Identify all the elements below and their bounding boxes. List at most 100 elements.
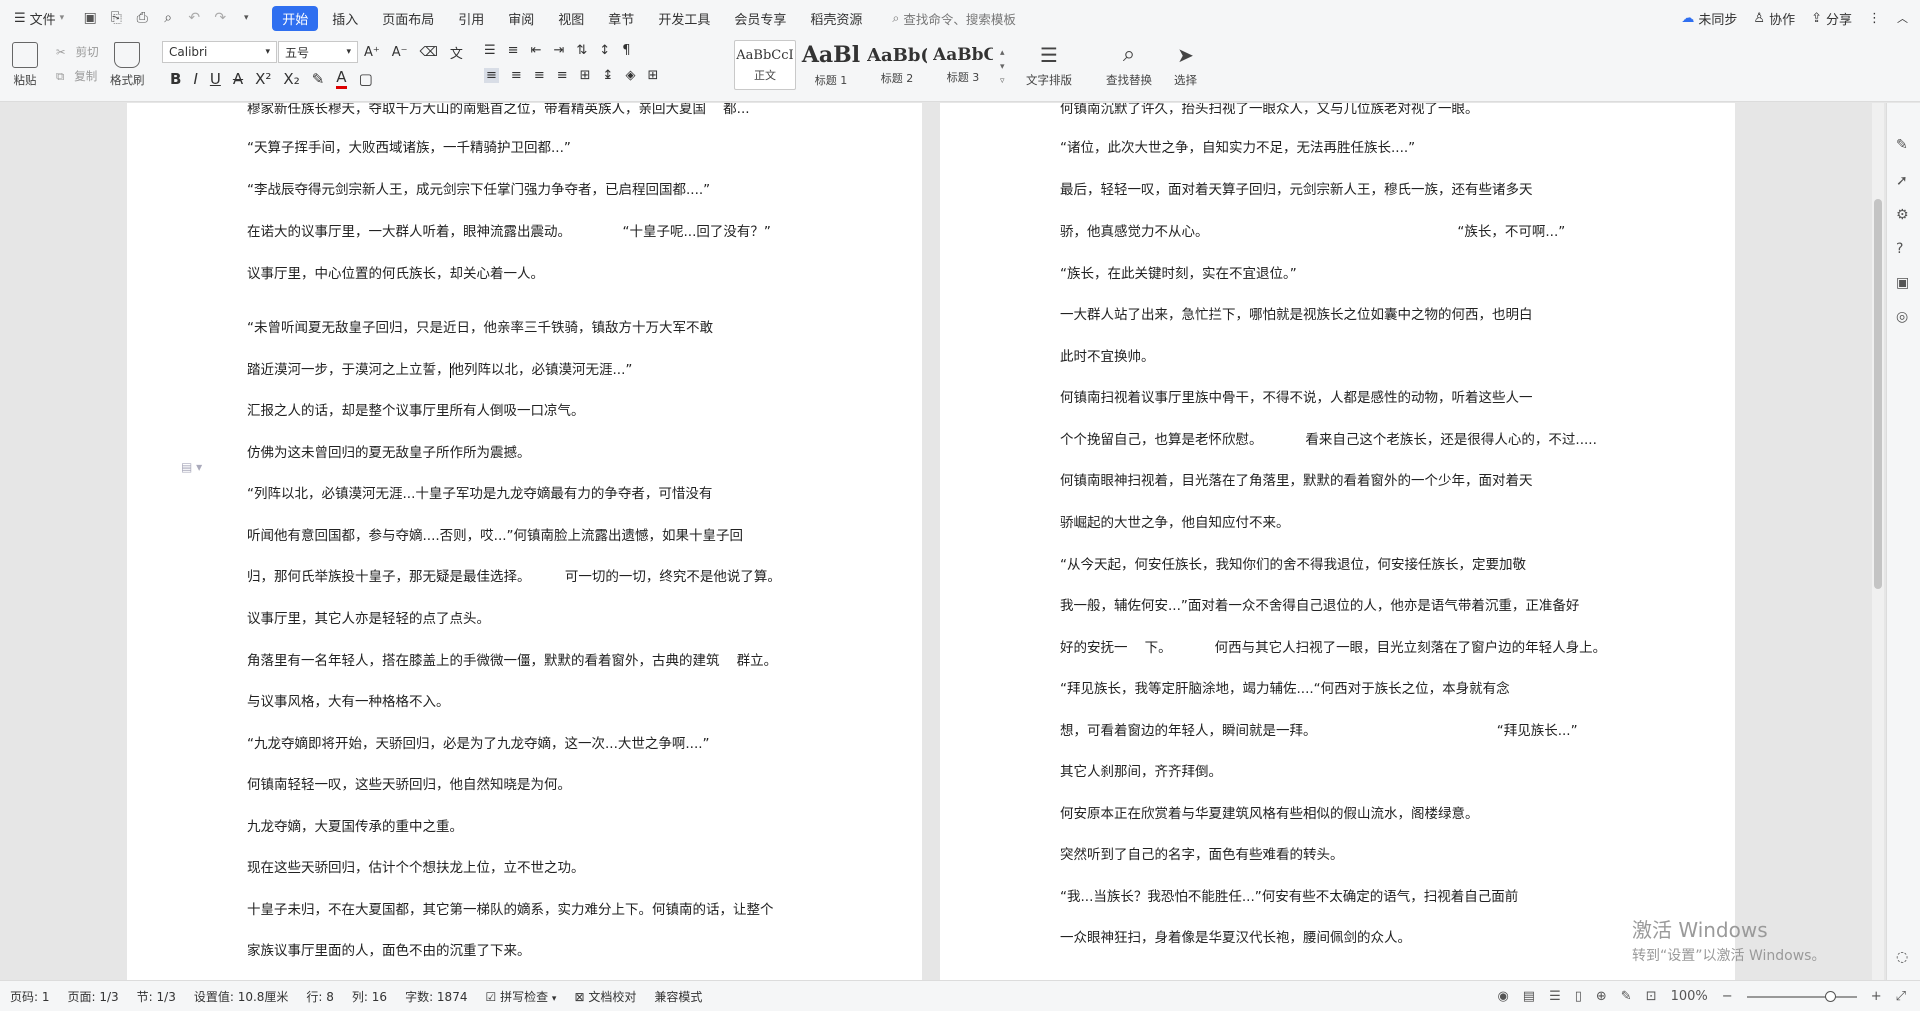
style-preview: AaBb( <box>867 44 927 66</box>
print-icon[interactable]: ⎙ <box>134 10 150 26</box>
eye-protection-icon[interactable]: ◉ <box>1497 989 1508 1004</box>
write-mode-icon[interactable]: ✎ <box>1621 989 1632 1004</box>
export-pdf-icon[interactable]: ⎘ <box>108 10 124 26</box>
style-normal[interactable]: AaBbCcI 正文 <box>734 40 796 90</box>
file-menu[interactable]: ☰ 文件 ▾ <box>14 9 64 28</box>
reading-view-icon[interactable]: ▯ <box>1575 989 1582 1004</box>
text-layout-button[interactable]: ☰ 文字排版 <box>1026 42 1072 88</box>
cut-button[interactable]: ✂ 剪切 <box>56 44 99 60</box>
shrink-font-icon[interactable]: A⁻ <box>392 45 408 60</box>
settings-sliders-icon[interactable]: ⚙ <box>1896 207 1909 223</box>
align-right-icon[interactable]: ≡ <box>534 68 545 83</box>
zoom-value[interactable]: 100% <box>1671 989 1708 1004</box>
help-icon[interactable]: ? <box>1896 241 1903 257</box>
document-page-1[interactable]: 穆家新任族长穆天，夺取千万大山的南魁首之位，带着精英族人，亲回大夏国 都... … <box>127 103 922 980</box>
justify-icon[interactable]: ≡ <box>557 68 568 83</box>
print-preview-icon[interactable]: ⌕ <box>160 10 176 26</box>
watermark-line2: 转到“设置”以激活 Windows。 <box>1632 948 1826 964</box>
doc-proof-button[interactable]: ⊠ 文档校对 <box>574 988 636 1005</box>
decrease-indent-icon[interactable]: ⇤ <box>531 43 542 58</box>
save-icon[interactable]: ▣ <box>82 10 98 26</box>
vertical-scrollbar[interactable] <box>1872 103 1884 980</box>
paste-button[interactable]: 粘贴 <box>12 42 38 88</box>
tab-developer[interactable]: 开发工具 <box>648 6 720 31</box>
text-direction-icon[interactable]: ⇅ <box>576 43 587 58</box>
borders-icon[interactable]: ⊞ <box>647 68 658 83</box>
numbered-list-icon[interactable]: ≡ <box>508 43 519 58</box>
format-painter-button[interactable]: 格式刷 <box>110 42 145 88</box>
italic-icon[interactable]: I <box>193 70 197 88</box>
paragraph-mark-icon[interactable]: ▤ ▾ <box>181 460 202 474</box>
text-line: 角落里有一名年轻人，搭在膝盖上的手微微一僵，默默的看着窗外，古典的建筑 群立。 <box>247 653 778 669</box>
strikethrough-icon[interactable]: A <box>233 70 243 88</box>
document-page-2[interactable]: 何镇南沉默了许久，抬头扫视了一眼众人，又与几位族老对视了一眼。 “诸位，此次大世… <box>940 103 1735 980</box>
web-view-icon[interactable]: ⊕ <box>1596 989 1607 1004</box>
line-spacing-icon[interactable]: ↨ <box>603 68 614 83</box>
text-line: 汇报之人的话，却是整个议事厅里所有人倒吸一口凉气。 <box>247 403 585 419</box>
share-button[interactable]: ⇪ 分享 <box>1811 9 1852 28</box>
font-color-icon[interactable]: A <box>336 68 347 89</box>
bullet-list-icon[interactable]: ☰ <box>484 43 496 58</box>
plus-icon[interactable]: + <box>1871 989 1882 1004</box>
redo-icon[interactable]: ↷ <box>212 10 228 26</box>
find-replace-button[interactable]: ⌕ 查找替换 <box>1106 42 1152 88</box>
tab-docer-resources[interactable]: 稻壳资源 <box>800 6 872 31</box>
tab-member[interactable]: 会员专享 <box>724 6 796 31</box>
grow-font-icon[interactable]: A⁺ <box>364 45 380 60</box>
more-icon[interactable]: ⋮ <box>1868 11 1881 26</box>
align-left-icon[interactable]: ≡ <box>484 68 499 83</box>
tab-view[interactable]: 视图 <box>548 6 594 31</box>
font-name-select[interactable]: Calibri ▾ <box>162 41 277 63</box>
increase-indent-icon[interactable]: ⇥ <box>553 43 564 58</box>
fit-page-icon[interactable]: ⊡ <box>1646 989 1657 1004</box>
comment-icon[interactable]: ◌ <box>1896 949 1908 965</box>
style-heading-2[interactable]: AaBb( 标题 2 <box>866 40 928 90</box>
highlight-icon[interactable]: ✎ <box>312 70 325 88</box>
superscript-icon[interactable]: X² <box>255 70 271 88</box>
outline-view-icon[interactable]: ☰ <box>1549 989 1561 1004</box>
style-heading-1[interactable]: AaBl 标题 1 <box>800 40 862 90</box>
tab-references[interactable]: 引用 <box>448 6 494 31</box>
sort-icon[interactable]: ↕ <box>599 43 610 58</box>
status-pages[interactable]: 页面: 1/3 <box>68 988 119 1005</box>
location-icon[interactable]: ◎ <box>1896 309 1908 325</box>
page-view-icon[interactable]: ▤ <box>1523 989 1535 1004</box>
align-center-icon[interactable]: ≡ <box>511 68 522 83</box>
select-button[interactable]: ➤ 选择 <box>1174 42 1197 88</box>
edit-pen-icon[interactable]: ✎ <box>1896 137 1908 153</box>
spell-check-button[interactable]: ☑ 拼写检查 ▾ <box>485 988 556 1005</box>
tab-review[interactable]: 审阅 <box>498 6 544 31</box>
scrollbar-thumb[interactable] <box>1874 199 1882 589</box>
subscript-icon[interactable]: X₂ <box>283 70 299 88</box>
underline-icon[interactable]: U <box>210 70 221 88</box>
tab-insert[interactable]: 插入 <box>322 6 368 31</box>
collab-button[interactable]: ♙ 协作 <box>1753 9 1795 28</box>
style-preview: AaBl <box>801 42 861 68</box>
image-icon[interactable]: ▣ <box>1896 275 1909 291</box>
minus-icon[interactable]: − <box>1722 989 1733 1004</box>
tab-home[interactable]: 开始 <box>272 5 319 31</box>
style-heading-3[interactable]: AaBbC 标题 3 <box>932 40 994 90</box>
fullscreen-icon[interactable]: ⤢ <box>1896 989 1906 1004</box>
distribute-icon[interactable]: ⊞ <box>580 68 591 83</box>
status-words[interactable]: 字数: 1874 <box>405 988 467 1005</box>
zoom-slider[interactable] <box>1746 990 1857 1002</box>
command-search[interactable]: ⌕ 查找命令、搜索模板 <box>892 9 1016 28</box>
select-pointer-icon[interactable]: ➚ <box>1896 173 1908 189</box>
phonetic-icon[interactable]: 文 <box>450 43 463 62</box>
clear-format-icon[interactable]: ⌫ <box>420 45 438 60</box>
style-gallery-scroll-icon[interactable]: ▴ ▾ ▿ <box>1000 46 1005 88</box>
font-size-select[interactable]: 五号 ▾ <box>278 41 358 63</box>
collapse-ribbon-icon[interactable]: ︿ <box>1897 10 1908 26</box>
tab-chapter[interactable]: 章节 <box>598 6 644 31</box>
undo-icon[interactable]: ↶ <box>186 10 202 26</box>
char-border-icon[interactable]: ▢ <box>359 70 373 88</box>
zoom-slider-knob[interactable] <box>1824 990 1836 1002</box>
show-marks-icon[interactable]: ¶ <box>622 43 630 58</box>
shading-icon[interactable]: ◈ <box>625 68 635 83</box>
copy-button[interactable]: ⧉ 复制 <box>56 68 99 84</box>
sync-button[interactable]: ☁ 未同步 <box>1681 9 1737 28</box>
bold-icon[interactable]: B <box>170 70 181 88</box>
customize-chevron-icon[interactable]: ▾ <box>238 13 254 23</box>
tab-page-layout[interactable]: 页面布局 <box>372 6 444 31</box>
